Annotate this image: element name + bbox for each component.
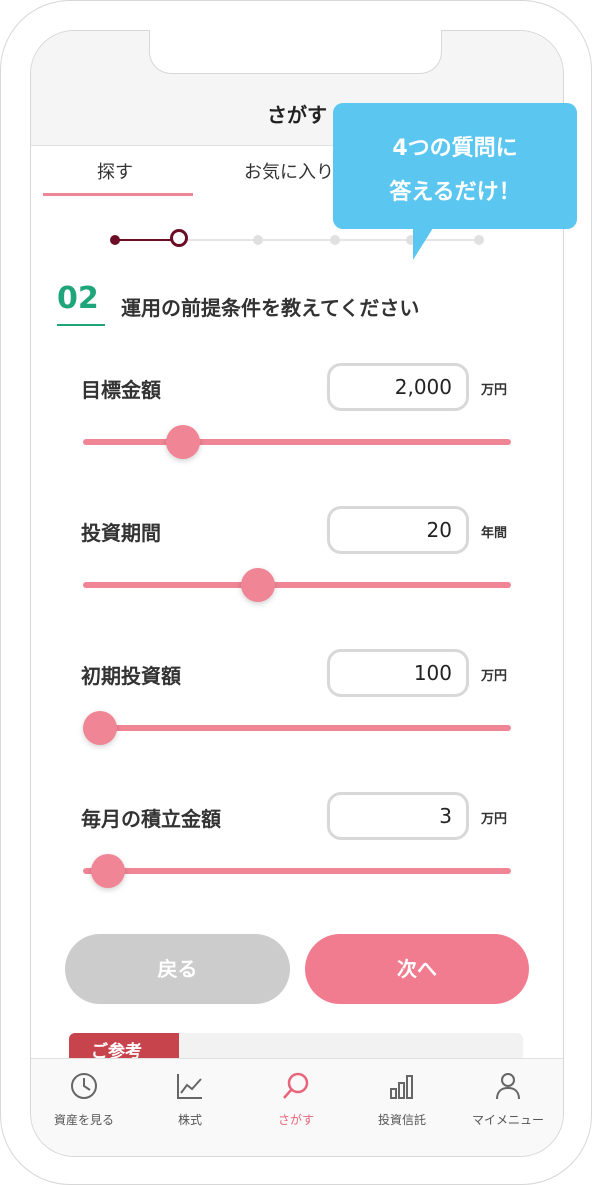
step-dot-6 — [474, 235, 484, 245]
tabbar-label-funds: 投資信託 — [377, 1113, 426, 1127]
field-label-initial-investment: 初期投資額 — [81, 664, 181, 688]
bar-chart-icon — [390, 1075, 413, 1099]
tabbar-item-assets[interactable]: 資産を見る — [31, 1059, 137, 1156]
target-amount-unit: 万円 — [481, 383, 508, 398]
back-button[interactable]: 戻る — [65, 934, 290, 1004]
callout-bubble: 4つの質問に 答えるだけ！ — [333, 103, 577, 229]
target-amount-slider-thumb[interactable] — [165, 425, 200, 459]
investment-period-slider[interactable] — [83, 582, 511, 588]
section-number: 02 — [57, 281, 99, 316]
investment-period-slider-thumb[interactable] — [240, 568, 275, 602]
investment-period-unit: 年間 — [481, 526, 508, 541]
callout-line-2: 答えるだけ！ — [389, 180, 521, 205]
tabbar-item-my-menu[interactable]: マイメニュー — [455, 1059, 561, 1156]
monthly-contribution-unit: 万円 — [481, 812, 508, 827]
tabbar-item-search[interactable]: さがす — [243, 1059, 349, 1156]
initial-investment-slider[interactable] — [83, 725, 511, 731]
device-notch — [149, 30, 442, 74]
next-button[interactable]: 次へ — [305, 934, 529, 1004]
monthly-contribution-input[interactable]: 3 — [327, 792, 469, 840]
section-title: 運用の前提条件を教えてください — [121, 296, 420, 320]
section-number-underline — [57, 324, 105, 326]
tabbar-label-stocks: 株式 — [177, 1113, 202, 1127]
step-dot-1 — [110, 235, 120, 245]
target-amount-input[interactable]: 2,000 — [327, 363, 469, 411]
tabbar-label-assets: 資産を見る — [53, 1113, 114, 1127]
callout-tail — [413, 228, 433, 260]
field-label-investment-period: 投資期間 — [81, 521, 161, 545]
field-label-target-amount: 目標金額 — [81, 378, 161, 402]
tabbar-label-search: さがす — [277, 1113, 314, 1127]
tabbar-label-my-menu: マイメニュー — [471, 1113, 544, 1127]
initial-investment-slider-thumb[interactable] — [83, 711, 117, 745]
bottom-tab-bar: 資産を見る 株式 さがす 投資信託 マイメニュー — [31, 1058, 563, 1156]
monthly-contribution-slider-thumb[interactable] — [90, 854, 125, 888]
person-icon — [496, 1073, 520, 1100]
step-dot-4 — [330, 235, 340, 245]
investment-period-input[interactable]: 20 — [327, 506, 469, 554]
initial-investment-input[interactable]: 100 — [327, 649, 469, 697]
line-chart-icon — [177, 1074, 202, 1099]
tabbar-item-funds[interactable]: 投資信託 — [349, 1059, 455, 1156]
monthly-contribution-slider[interactable] — [83, 868, 511, 874]
search-icon — [283, 1072, 309, 1099]
step-connector-done — [115, 239, 173, 241]
initial-investment-unit: 万円 — [481, 669, 508, 684]
callout-line-1: 4つの質問に — [392, 136, 518, 161]
clock-icon — [71, 1073, 97, 1099]
field-label-monthly-contribution: 毎月の積立金額 — [81, 807, 221, 831]
target-amount-slider[interactable] — [83, 439, 511, 445]
step-dot-current — [170, 229, 188, 247]
step-dot-3 — [253, 235, 263, 245]
tabbar-item-stocks[interactable]: 株式 — [137, 1059, 243, 1156]
